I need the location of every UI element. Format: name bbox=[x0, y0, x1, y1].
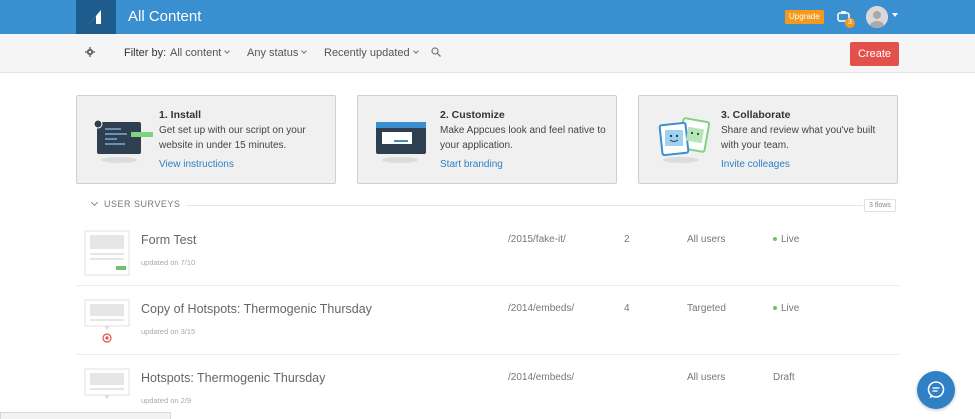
create-button[interactable]: Create bbox=[850, 42, 899, 66]
card-description: Make Appcues look and feel native to you… bbox=[440, 125, 606, 151]
status-label: Live bbox=[781, 234, 800, 245]
card-title: 1. Install bbox=[159, 109, 202, 121]
code-window-icon bbox=[93, 119, 153, 163]
table-row[interactable]: Hotspots: Thermogenic Thursday updated o… bbox=[76, 356, 899, 419]
status-filter-value: Any status bbox=[247, 47, 299, 59]
flow-updated: updated on 7/10 bbox=[141, 258, 196, 267]
gear-icon[interactable] bbox=[85, 47, 95, 57]
logo-mark-icon bbox=[89, 10, 101, 24]
status-label: Live bbox=[781, 303, 800, 314]
notification-count-badge: 3 bbox=[845, 18, 855, 28]
card-title: 3. Collaborate bbox=[721, 109, 791, 121]
flow-updated: updated on 3/15 bbox=[141, 327, 196, 336]
avatar[interactable] bbox=[866, 6, 888, 28]
start-branding-link[interactable]: Start branding bbox=[440, 159, 503, 170]
browser-window-icon bbox=[376, 122, 426, 163]
status-filter-dropdown[interactable]: Any status bbox=[247, 47, 308, 59]
content-filter-value: All content bbox=[170, 47, 222, 59]
status-bar-overlay bbox=[0, 412, 171, 419]
collaborate-card: 3. Collaborate Share and review what you… bbox=[638, 95, 898, 184]
upgrade-button[interactable]: Upgrade bbox=[785, 10, 824, 24]
status-label: Draft bbox=[773, 372, 795, 383]
top-nav-bar: All Content Upgrade 3 bbox=[0, 0, 975, 34]
collapse-chevron-icon[interactable] bbox=[90, 198, 99, 207]
flow-count-badge: 3 flows bbox=[864, 199, 896, 212]
status-badge: Draft bbox=[773, 372, 795, 383]
sort-value: Recently updated bbox=[324, 47, 410, 59]
page-title: All Content bbox=[128, 8, 202, 25]
flow-url: /2014/embeds/ bbox=[508, 372, 575, 383]
user-avatar-icon bbox=[866, 6, 888, 28]
content-filter-dropdown[interactable]: All content bbox=[170, 47, 231, 59]
section-divider bbox=[110, 205, 863, 206]
flow-audience: All users bbox=[687, 234, 726, 245]
flow-title[interactable]: Hotspots: Thermogenic Thursday bbox=[141, 371, 325, 385]
table-row[interactable]: Form Test updated on 7/10 /2015/fake-it/… bbox=[76, 218, 899, 286]
hotspot-thumbnail-icon bbox=[84, 368, 130, 399]
flow-steps: 2 bbox=[624, 234, 630, 245]
card-description: Get set up with our script on your websi… bbox=[159, 125, 306, 151]
flow-updated: updated on 2/9 bbox=[141, 396, 192, 405]
search-icon[interactable] bbox=[431, 47, 441, 57]
appcues-logo[interactable] bbox=[76, 0, 116, 34]
customize-card: 2. Customize Make Appcues look and feel … bbox=[357, 95, 617, 184]
flow-title[interactable]: Form Test bbox=[141, 233, 196, 247]
card-description: Share and review what you've built with … bbox=[721, 125, 876, 151]
flow-audience: All users bbox=[687, 372, 726, 383]
invite-colleagues-link[interactable]: Invite colleages bbox=[721, 159, 790, 170]
hotspot-thumbnail-icon bbox=[84, 299, 130, 343]
chevron-down-icon bbox=[224, 48, 231, 54]
chevron-down-icon bbox=[301, 48, 308, 54]
chevron-down-icon bbox=[412, 48, 419, 54]
table-row[interactable]: Copy of Hotspots: Thermogenic Thursday u… bbox=[76, 287, 899, 355]
filter-label: Filter by: bbox=[124, 47, 167, 59]
live-dot-icon bbox=[773, 237, 777, 242]
flow-url: /2015/fake-it/ bbox=[508, 234, 566, 245]
live-dot-icon bbox=[773, 306, 777, 311]
flow-title[interactable]: Copy of Hotspots: Thermogenic Thursday bbox=[141, 302, 372, 316]
flow-audience: Targeted bbox=[687, 303, 726, 314]
sort-dropdown[interactable]: Recently updated bbox=[324, 47, 419, 59]
section-title[interactable]: USER SURVEYS bbox=[104, 199, 187, 209]
status-badge: Live bbox=[773, 303, 799, 314]
smiley-cards-icon bbox=[658, 117, 711, 163]
status-badge: Live bbox=[773, 234, 799, 245]
flow-url: /2014/embeds/ bbox=[508, 303, 575, 314]
filter-bar: Filter by: All content Any status Recent… bbox=[0, 34, 975, 73]
form-thumbnail-icon bbox=[84, 230, 130, 276]
install-card: 1. Install Get set up with our script on… bbox=[76, 95, 336, 184]
view-instructions-link[interactable]: View instructions bbox=[159, 159, 234, 170]
flow-steps: 4 bbox=[624, 303, 630, 314]
chat-bubble-icon bbox=[927, 381, 945, 399]
chat-button[interactable] bbox=[917, 371, 955, 409]
card-title: 2. Customize bbox=[440, 109, 505, 121]
account-menu-caret-icon[interactable] bbox=[892, 13, 898, 17]
